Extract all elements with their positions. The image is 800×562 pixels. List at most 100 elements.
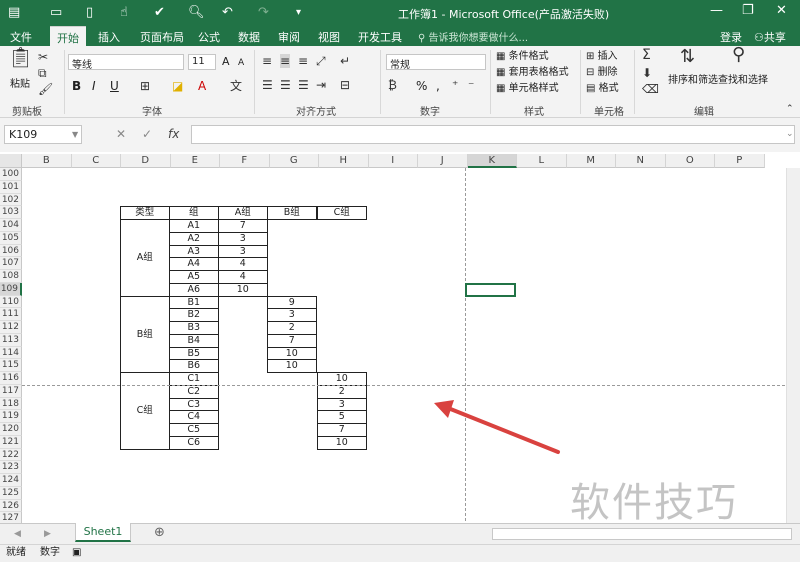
column-header-j[interactable]: J xyxy=(418,154,468,168)
borders-icon[interactable]: ⊞ xyxy=(140,79,150,93)
conditional-format-button[interactable]: ▦ 条件格式 xyxy=(496,50,549,64)
find-select-icon[interactable]: ⚲ xyxy=(732,46,745,64)
table-group-cell[interactable]: B4 xyxy=(169,333,219,348)
cell-styles-button[interactable]: ▦ 单元格样式 xyxy=(496,82,559,96)
table-group-cell[interactable]: B5 xyxy=(169,346,219,361)
align-bottom-icon[interactable]: ≡ xyxy=(298,54,308,68)
fill-icon[interactable]: ⬇ xyxy=(642,66,652,80)
tab-view[interactable]: 视图 xyxy=(318,29,340,45)
table-group-cell[interactable]: A5 xyxy=(169,270,219,284)
table-header-cell[interactable]: 组 xyxy=(169,206,219,220)
row-header-104[interactable]: 104 xyxy=(0,219,22,232)
column-header-n[interactable]: N xyxy=(616,154,666,168)
orientation-icon[interactable]: ⤢ xyxy=(316,54,326,68)
row-header-124[interactable]: 124 xyxy=(0,474,22,487)
column-header-c[interactable]: C xyxy=(71,154,121,168)
name-box-dropdown-icon[interactable]: ▼ xyxy=(72,130,78,139)
table-value-cell[interactable]: 9 xyxy=(267,295,317,310)
align-middle-icon[interactable]: ≡ xyxy=(280,54,291,68)
open-icon[interactable]: ▭ xyxy=(50,4,62,22)
underline-button[interactable]: U xyxy=(110,79,119,93)
grow-font-button[interactable]: A xyxy=(222,55,230,69)
login-link[interactable]: 登录 xyxy=(720,29,742,45)
select-all-corner[interactable] xyxy=(0,154,22,168)
table-type-cell[interactable]: A组 xyxy=(120,219,170,297)
wrap-text-icon[interactable]: ↵ xyxy=(340,54,350,68)
row-header-121[interactable]: 121 xyxy=(0,435,22,449)
align-center-icon[interactable]: ☰ xyxy=(280,78,291,92)
row-header-118[interactable]: 118 xyxy=(0,397,22,411)
align-left-icon[interactable]: ☰ xyxy=(262,78,273,92)
row-header-105[interactable]: 105 xyxy=(0,231,22,245)
row-header-106[interactable]: 106 xyxy=(0,244,22,258)
table-group-cell[interactable]: C3 xyxy=(169,397,219,412)
shrink-font-button[interactable]: A xyxy=(238,56,244,70)
table-value-cell[interactable]: 2 xyxy=(317,384,367,399)
row-header-108[interactable]: 108 xyxy=(0,270,22,283)
row-header-116[interactable]: 116 xyxy=(0,372,22,385)
row-header-113[interactable]: 113 xyxy=(0,333,22,347)
tab-data[interactable]: 数据 xyxy=(238,29,260,45)
tab-developer[interactable]: 开发工具 xyxy=(358,29,402,45)
table-value-cell[interactable]: 10 xyxy=(317,372,367,386)
undo-icon[interactable]: ↶ xyxy=(222,4,233,22)
table-value-cell[interactable]: 10 xyxy=(218,282,268,297)
table-value-cell[interactable]: 10 xyxy=(267,359,317,373)
scroll-right-icon[interactable]: ▶ xyxy=(44,527,51,541)
align-top-icon[interactable]: ≡ xyxy=(262,54,272,68)
row-header-115[interactable]: 115 xyxy=(0,359,22,372)
share-button[interactable]: ⚇共享 xyxy=(754,29,786,45)
sort-filter-icon[interactable]: ⇅ xyxy=(680,48,695,66)
number-format-select[interactable]: 常规 xyxy=(386,54,486,70)
comma-button[interactable]: , xyxy=(436,79,440,93)
name-box[interactable]: K109 xyxy=(4,125,82,144)
fill-color-icon[interactable]: ◪ xyxy=(172,79,183,93)
row-header-100[interactable]: 100 xyxy=(0,168,22,181)
table-value-cell[interactable]: 3 xyxy=(218,231,268,246)
table-header-cell[interactable]: A组 xyxy=(218,206,268,220)
table-value-cell[interactable]: 3 xyxy=(267,308,317,322)
table-value-cell[interactable]: 3 xyxy=(218,244,268,259)
row-header-102[interactable]: 102 xyxy=(0,193,22,207)
tab-formulas[interactable]: 公式 xyxy=(198,29,220,45)
column-header-o[interactable]: O xyxy=(665,154,715,168)
table-header-cell[interactable]: B组 xyxy=(267,206,317,220)
new-icon[interactable]: ▯ xyxy=(86,4,93,22)
cut-icon[interactable]: ✂ xyxy=(38,50,48,64)
row-header-109[interactable]: 109 xyxy=(0,282,22,296)
font-name-select[interactable]: 等线 xyxy=(68,54,184,70)
row-header-126[interactable]: 126 xyxy=(0,499,22,513)
row-header-112[interactable]: 112 xyxy=(0,321,22,334)
table-group-cell[interactable]: B3 xyxy=(169,321,219,335)
horizontal-scrollbar[interactable] xyxy=(492,528,792,540)
column-header-g[interactable]: G xyxy=(269,154,319,168)
column-header-b[interactable]: B xyxy=(22,154,72,168)
tell-me-box[interactable]: ⚲ 告诉我你想要做什么... xyxy=(418,29,528,44)
row-header-114[interactable]: 114 xyxy=(0,346,22,360)
row-header-101[interactable]: 101 xyxy=(0,180,22,194)
currency-icon[interactable]: ₿ xyxy=(388,78,397,92)
autosum-icon[interactable]: Σ xyxy=(642,48,651,62)
row-header-122[interactable]: 122 xyxy=(0,448,22,462)
row-header-111[interactable]: 111 xyxy=(0,308,22,321)
row-header-110[interactable]: 110 xyxy=(0,295,22,309)
enter-icon[interactable]: ✓ xyxy=(142,127,152,141)
table-group-cell[interactable]: A1 xyxy=(169,219,219,233)
save-icon[interactable]: ▤ xyxy=(8,4,20,22)
table-group-cell[interactable]: B2 xyxy=(169,308,219,322)
decrease-decimal-icon[interactable]: ⁻ xyxy=(468,78,474,92)
format-painter-icon[interactable]: 🖌︎ xyxy=(38,82,53,96)
row-header-103[interactable]: 103 xyxy=(0,206,22,219)
tab-page-layout[interactable]: 页面布局 xyxy=(140,29,184,45)
table-value-cell[interactable]: 7 xyxy=(317,423,367,437)
table-group-cell[interactable]: B6 xyxy=(169,359,219,373)
table-value-cell[interactable]: 3 xyxy=(317,397,367,412)
tab-review[interactable]: 审阅 xyxy=(278,29,300,45)
column-header-h[interactable]: H xyxy=(319,154,369,168)
column-header-d[interactable]: D xyxy=(121,154,171,168)
table-value-cell[interactable]: 4 xyxy=(218,257,268,271)
tab-insert[interactable]: 插入 xyxy=(98,29,120,45)
table-group-cell[interactable]: C5 xyxy=(169,423,219,437)
collapse-ribbon-icon[interactable]: ⌃ xyxy=(786,102,794,116)
column-header-e[interactable]: E xyxy=(170,154,220,168)
